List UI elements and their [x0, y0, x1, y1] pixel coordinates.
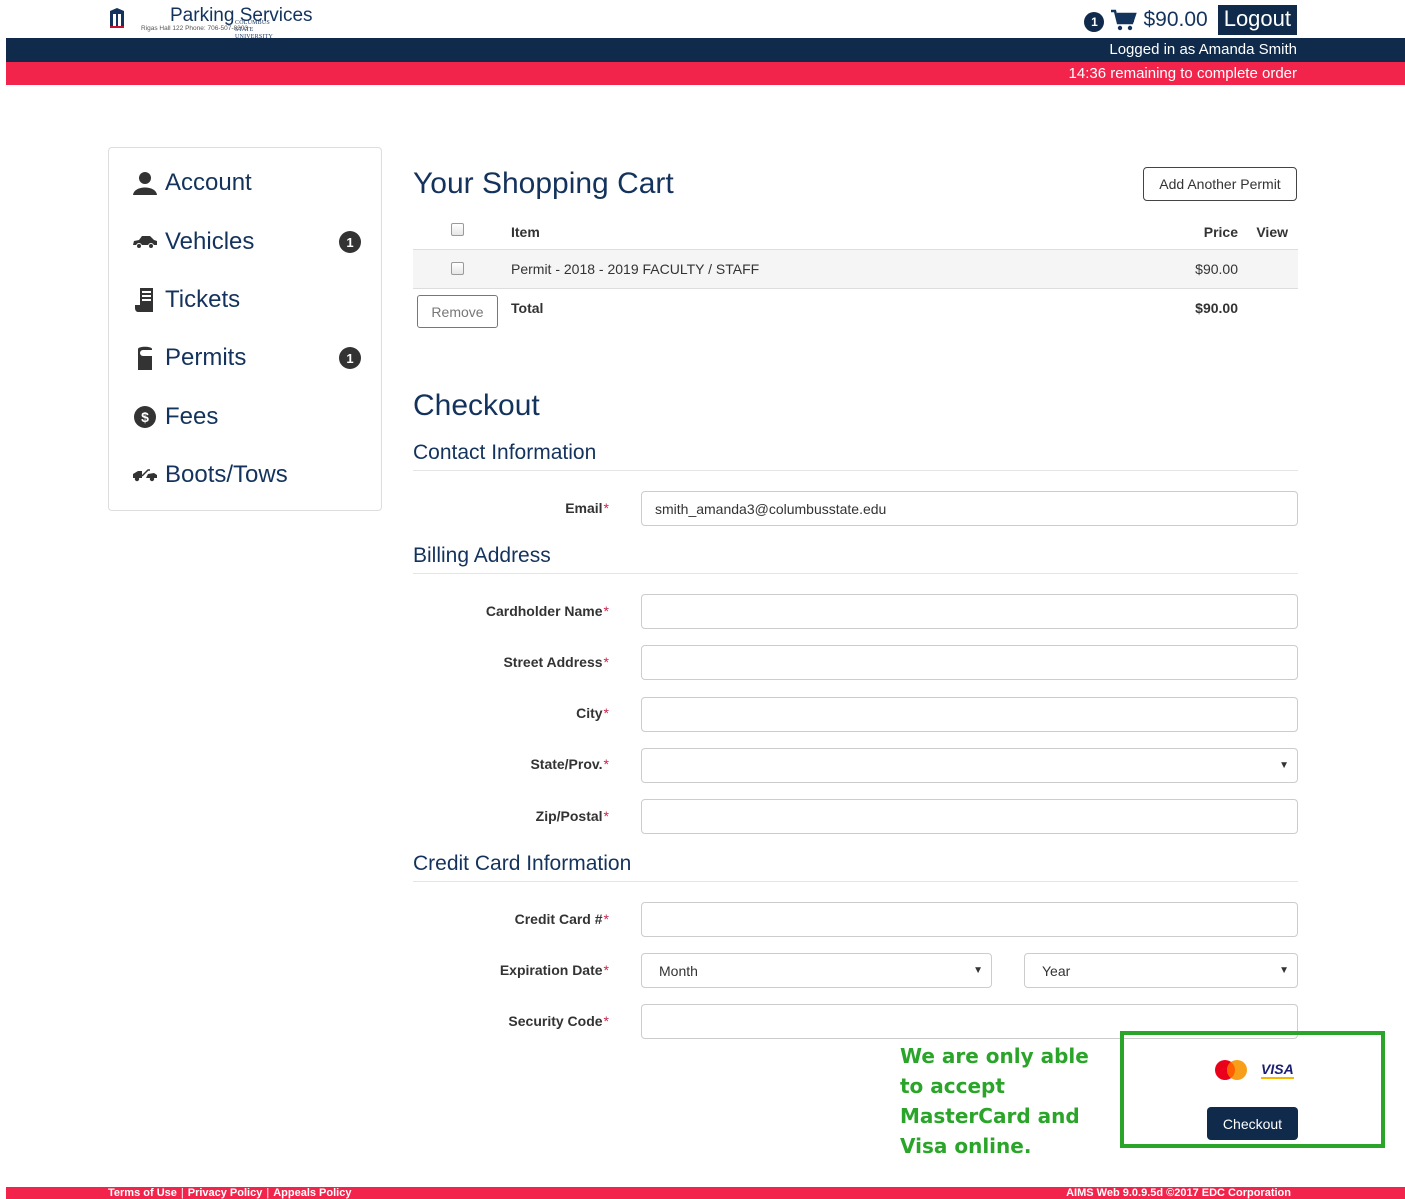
checkout-title: Checkout [413, 389, 540, 422]
street-address-label: Street Address* [503, 654, 609, 670]
cart-item-name: Permit - 2018 - 2019 FACULTY / STAFF [511, 261, 760, 277]
city-label: City* [576, 705, 609, 721]
chevron-down-icon: ▼ [973, 965, 983, 976]
city-field[interactable] [641, 697, 1298, 732]
credit-card-heading: Credit Card Information [413, 852, 1298, 882]
security-code-label: Security Code* [508, 1013, 609, 1029]
total-label: Total [511, 300, 544, 316]
sidebar-item-label: Vehicles [165, 228, 255, 255]
select-all-checkbox[interactable] [451, 223, 464, 236]
checkout-button[interactable]: Checkout [1207, 1107, 1298, 1140]
contact-info-heading: Contact Information [413, 441, 1298, 471]
svg-text:$: $ [141, 409, 149, 425]
footer-separator: | [266, 1187, 270, 1199]
vehicles-count-badge: 1 [339, 231, 361, 253]
column-header-view: View [1256, 224, 1288, 240]
version-text: AIMS Web 9.0.9.5d ©2017 EDC Corporation [1066, 1187, 1291, 1199]
order-timer-text: 14:36 remaining to complete order [1068, 65, 1297, 82]
sidebar-item-vehicles[interactable]: Vehicles 1 [131, 226, 361, 258]
top-header: COLUMBUS STATE UNIVERSITY Parking Servic… [0, 0, 1405, 40]
sidebar-item-account[interactable]: Account [131, 167, 361, 199]
car-icon [131, 228, 159, 256]
sidebar-item-label: Fees [165, 403, 219, 430]
card-acceptance-note: We are only able to accept MasterCard an… [900, 1044, 1089, 1158]
cart-total-amount[interactable]: $90.00 [1143, 8, 1207, 32]
university-seal-icon [110, 8, 124, 28]
chevron-down-icon: ▼ [1279, 760, 1289, 771]
cart-title: Your Shopping Cart [413, 167, 674, 200]
cart-total-row: Remove Total $90.00 [413, 289, 1298, 329]
sidebar-item-permits[interactable]: Permits 1 [131, 342, 361, 374]
shopping-cart-icon[interactable] [1110, 8, 1138, 32]
cardholder-name-label: Cardholder Name* [485, 603, 609, 619]
credit-card-number-label: Credit Card #* [514, 911, 609, 927]
state-label: State/Prov.* [530, 756, 609, 772]
sidebar-item-fees[interactable]: $ Fees [131, 401, 361, 433]
sidebar-nav: Account Vehicles 1 Tickets Permits 1 $ F… [108, 147, 382, 511]
permit-hangtag-icon [131, 344, 159, 372]
street-address-field[interactable] [641, 645, 1298, 680]
tow-truck-icon [131, 461, 159, 489]
cart-table-header: Item Price View [413, 214, 1298, 250]
ticket-icon [131, 286, 159, 314]
footer-bar: Terms of Use | Privacy Policy | Appeals Poli… [6, 1187, 1405, 1199]
sidebar-item-tickets[interactable]: Tickets [131, 284, 361, 316]
expiration-month-select[interactable]: Month ▼ [641, 953, 992, 988]
table-row: Permit - 2018 - 2019 FACULTY / STAFF $90… [413, 250, 1298, 289]
order-timer-bar: 14:36 remaining to complete order [6, 62, 1405, 85]
add-another-permit-button[interactable]: Add Another Permit [1143, 167, 1297, 201]
cart-count-badge: 1 [1084, 12, 1105, 32]
column-header-item: Item [511, 224, 540, 240]
appeals-policy-link[interactable]: Appeals Policy [273, 1187, 351, 1199]
cart-item-price: $90.00 [1195, 261, 1238, 277]
footer-links: Terms of Use | Privacy Policy | Appeals Poli… [108, 1187, 351, 1199]
permits-count-badge: 1 [339, 347, 361, 369]
total-value: $90.00 [1195, 300, 1238, 316]
column-header-price: Price [1203, 224, 1238, 240]
expiration-year-select[interactable]: Year ▼ [1024, 953, 1298, 988]
sidebar-item-label: Account [165, 169, 252, 196]
sidebar-item-label: Tickets [165, 286, 241, 313]
sidebar-item-boots-tows[interactable]: Boots/Tows [131, 459, 361, 491]
logout-button[interactable]: Logout [1217, 5, 1297, 35]
mastercard-icon [1215, 1060, 1247, 1080]
terms-of-use-link[interactable]: Terms of Use [108, 1187, 177, 1199]
remove-button[interactable]: Remove [417, 295, 498, 328]
cardholder-name-field[interactable] [641, 594, 1298, 629]
footer-separator: | [180, 1187, 184, 1199]
sidebar-item-label: Boots/Tows [165, 461, 288, 488]
state-select[interactable]: ▼ [641, 748, 1298, 783]
email-field[interactable]: smith_amanda3@columbusstate.edu [641, 491, 1298, 526]
contact-info: Rigas Hall 122 Phone: 706-507-8203 [141, 25, 248, 32]
zip-label: Zip/Postal* [535, 808, 609, 824]
privacy-policy-link[interactable]: Privacy Policy [188, 1187, 263, 1199]
dollar-icon: $ [131, 403, 159, 431]
visa-logo: VISA [1261, 1060, 1294, 1079]
logged-in-text: Logged in as Amanda Smith [1109, 41, 1297, 58]
user-status-bar: Logged in as Amanda Smith [6, 38, 1405, 62]
expiration-date-label: Expiration Date* [499, 962, 609, 978]
zip-field[interactable] [641, 799, 1298, 834]
cart-summary[interactable]: 1 $90.00 Logout [1084, 5, 1297, 35]
credit-card-number-field[interactable] [641, 902, 1298, 937]
user-icon [131, 169, 159, 197]
chevron-down-icon: ▼ [1279, 965, 1289, 976]
sidebar-item-label: Permits [165, 344, 247, 371]
billing-address-heading: Billing Address [413, 544, 1298, 574]
accepted-cards: VISA [1213, 1059, 1294, 1081]
item-select-checkbox[interactable] [451, 262, 464, 275]
email-label: Email* [565, 500, 609, 516]
